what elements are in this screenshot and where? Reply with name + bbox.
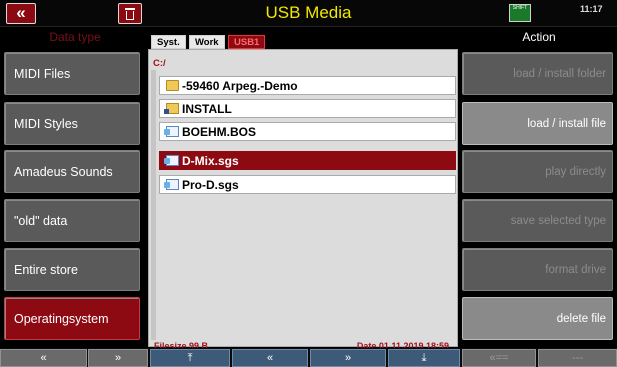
page-title: USB Media — [265, 3, 352, 22]
file-name: Pro-D.sgs — [182, 178, 239, 192]
file-row[interactable]: Pro-D.sgs — [159, 175, 456, 194]
shift-keyboard-icon[interactable]: SHIFT — [509, 4, 531, 22]
scroll-down-button[interactable]: » — [310, 349, 386, 367]
trash-can-shape — [126, 11, 134, 20]
file-list-scrollbar[interactable] — [151, 70, 156, 340]
data-type-operatingsystem[interactable]: Operatingsystem — [4, 297, 140, 340]
folder-icon — [166, 80, 179, 91]
load-install-folder-button[interactable]: load / install folder — [462, 52, 613, 95]
back-button[interactable]: « — [6, 3, 36, 24]
data-type-header: Data type — [49, 30, 101, 44]
file-name: INSTALL — [182, 102, 232, 116]
data-type-midi-files[interactable]: MIDI Files — [4, 52, 140, 95]
tab-usb1[interactable]: USB1 — [228, 35, 266, 49]
file-row-selected[interactable]: D-Mix.sgs — [159, 151, 456, 170]
file-row[interactable]: BOEHM.BOS — [159, 122, 456, 141]
tab-syst[interactable]: Syst. — [151, 35, 186, 49]
data-type-amadeus-sounds[interactable]: Amadeus Sounds — [4, 150, 140, 193]
load-install-file-button[interactable]: load / install file — [462, 102, 613, 145]
action-header: Action — [522, 30, 556, 44]
save-selected-type-button[interactable]: save selected type — [462, 199, 613, 242]
data-type-midi-styles[interactable]: MIDI Styles — [4, 102, 140, 145]
folder-lock-icon — [164, 103, 179, 114]
file-name: BOEHM.BOS — [182, 125, 257, 139]
left-scroll-down-button[interactable]: » — [88, 349, 148, 367]
file-row[interactable]: -59460 Arpeg.-Demo — [159, 76, 456, 95]
play-directly-button[interactable]: play directly — [462, 150, 613, 193]
scroll-up-button[interactable]: « — [232, 349, 308, 367]
data-type-old-data[interactable]: "old" data — [4, 199, 140, 242]
clock: 11:17 — [580, 4, 603, 14]
tab-work[interactable]: Work — [189, 35, 225, 49]
delete-file-button[interactable]: delete file — [462, 297, 613, 340]
scroll-bottom-button[interactable]: ⤓ — [388, 349, 460, 367]
back-up-button[interactable]: «== — [462, 349, 536, 367]
trash-icon — [125, 8, 135, 10]
document-icon — [164, 155, 179, 166]
file-name: -59460 Arpeg.-Demo — [182, 79, 298, 93]
document-icon — [164, 179, 179, 190]
scroll-top-button[interactable]: ⤒ — [150, 349, 230, 367]
trash-button[interactable] — [118, 3, 142, 24]
current-path: C:/ — [153, 58, 166, 69]
document-icon — [164, 126, 179, 137]
file-name: D-Mix.sgs — [182, 154, 239, 168]
format-drive-button[interactable]: format drive — [462, 248, 613, 291]
empty-button[interactable]: --- — [538, 349, 617, 367]
left-scroll-up-button[interactable]: « — [0, 349, 87, 367]
file-row[interactable]: INSTALL — [159, 99, 456, 118]
data-type-entire-store[interactable]: Entire store — [4, 248, 140, 291]
